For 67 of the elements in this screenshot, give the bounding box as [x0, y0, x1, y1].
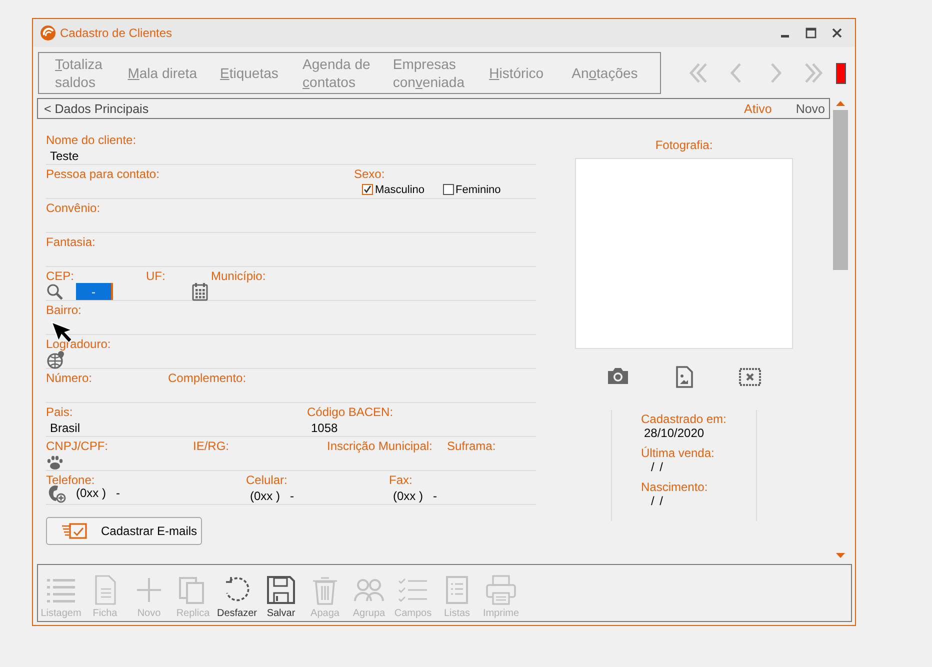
field-value[interactable]: (0xx ) - — [76, 486, 120, 500]
toolbar-button[interactable]: Desfazer — [215, 574, 259, 619]
date-value[interactable]: / / — [651, 494, 664, 509]
cep-field[interactable]: - — [76, 283, 113, 300]
field-label: Município: — [211, 269, 266, 283]
field-label: Pais: — [46, 405, 73, 419]
field-label: Logradouro: — [46, 337, 111, 351]
email-button[interactable]: Cadastrar E-mails — [46, 517, 202, 545]
record-indicator — [836, 62, 846, 84]
menu-item[interactable]: Agenda de contatos — [302, 55, 379, 91]
photo-label: Fotografia: — [655, 138, 713, 152]
menu-item[interactable]: Etiquetas — [220, 64, 289, 82]
app-logo-icon — [40, 25, 56, 41]
globe-pin-icon[interactable] — [46, 350, 66, 370]
field-label: Sexo: — [354, 167, 385, 181]
menu-item[interactable]: Totaliza saldos — [55, 55, 114, 91]
field-label: Suframa: — [447, 439, 496, 453]
toolbar-button[interactable]: Salvar — [259, 574, 303, 619]
checkbox-label[interactable]: Feminino — [456, 184, 501, 196]
window-title: Cadastro de Clientes — [60, 26, 174, 40]
field-value[interactable]: Teste — [50, 148, 79, 162]
field-label: Pessoa para contato: — [46, 167, 160, 181]
envelope-icon — [61, 523, 87, 539]
date-label: Cadastrado em: — [641, 412, 726, 426]
scrollbar-thumb[interactable] — [832, 110, 848, 270]
field-label: Nome do cliente: — [46, 133, 136, 147]
save-icon[interactable] — [265, 574, 297, 606]
field-label: UF: — [146, 269, 166, 283]
field-label: Telefone: — [46, 473, 95, 487]
field-label: Convênio: — [46, 201, 100, 215]
scroll-down-arrow[interactable] — [836, 553, 844, 558]
field-label: Bairro: — [46, 303, 82, 317]
menu-item[interactable]: Histórico — [489, 64, 558, 82]
field-value[interactable]: 1058 — [311, 420, 338, 434]
search-icon[interactable] — [46, 282, 64, 300]
checkbox[interactable] — [442, 184, 454, 195]
date-value[interactable]: 28/10/2020 — [644, 426, 704, 441]
mode-label: Novo — [796, 102, 825, 116]
menu-item[interactable]: Empresas conveniada — [392, 55, 476, 91]
checkbox[interactable] — [362, 184, 373, 195]
field-label: Código BACEN: — [307, 405, 394, 419]
scroll-up-arrow[interactable] — [836, 101, 844, 106]
status-label: Ativo — [744, 102, 772, 116]
date-label: Última venda: — [641, 446, 714, 460]
field-label: Inscrição Municipal: — [327, 439, 432, 453]
field-value[interactable]: (0xx ) - — [393, 488, 437, 502]
field-value[interactable]: Brasil — [50, 420, 80, 434]
field-value[interactable]: (0xx ) - — [250, 488, 294, 502]
menu-item[interactable]: Mala direta — [128, 64, 206, 82]
maximize-icon[interactable] — [805, 27, 817, 39]
field-label: Fax: — [389, 473, 412, 487]
calendar-icon[interactable] — [192, 282, 208, 300]
field-label: Complemento: — [168, 371, 246, 385]
field-label: Celular: — [246, 473, 288, 487]
menu-item[interactable]: Anotações — [572, 64, 646, 82]
back-link[interactable]: < Dados Principais — [44, 102, 744, 116]
field-label: CNPJ/CPF: — [46, 439, 108, 453]
date-label: Nascimento: — [641, 480, 708, 494]
field-label: IE/RG: — [193, 439, 230, 453]
checkbox-label[interactable]: Masculino — [375, 184, 425, 196]
field-label: Número: — [46, 371, 92, 385]
date-value[interactable]: / / — [651, 460, 664, 475]
field-label: CEP: — [46, 269, 74, 283]
field-label: Fantasia: — [46, 235, 96, 249]
remove-photo-button[interactable] — [738, 365, 762, 389]
phone-add-icon[interactable] — [46, 482, 66, 502]
close-icon[interactable] — [831, 27, 843, 39]
